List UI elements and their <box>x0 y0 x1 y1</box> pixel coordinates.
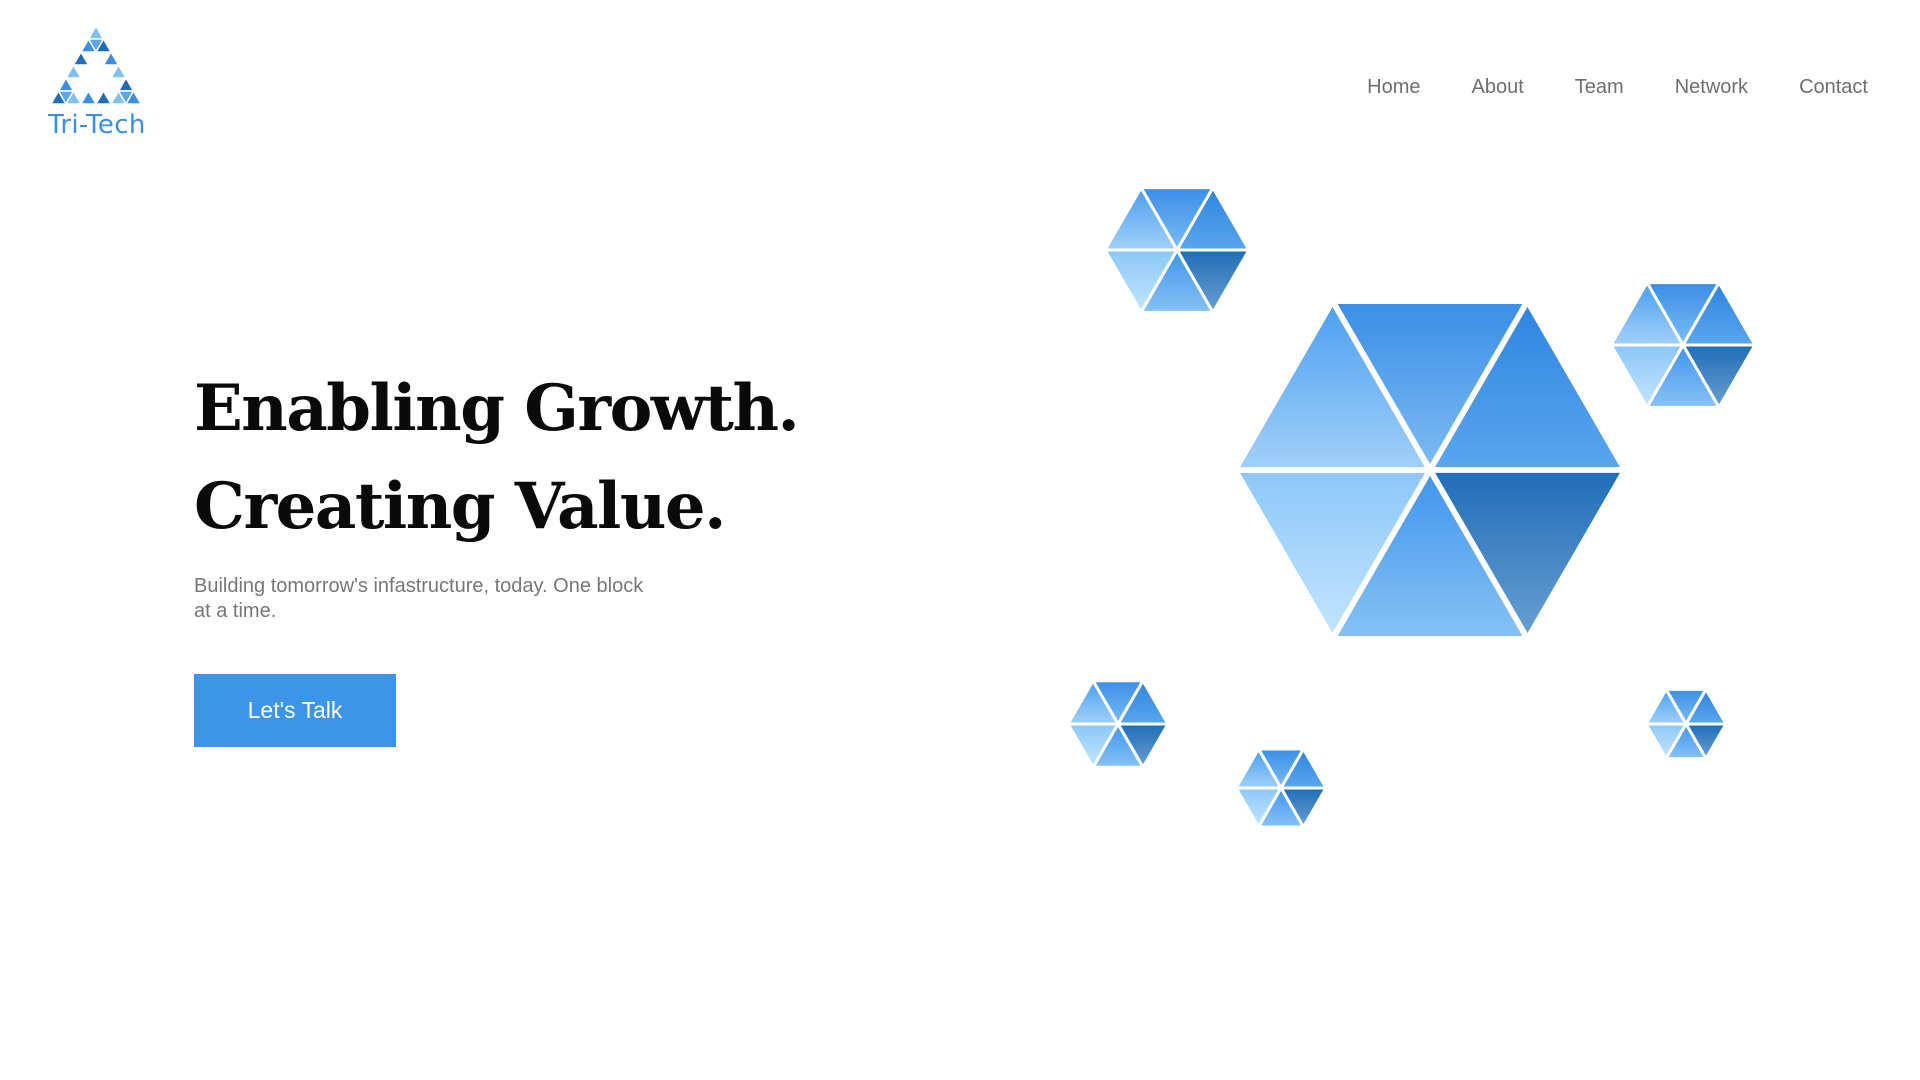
hexagon-shape <box>1234 747 1328 829</box>
hexagon-shape <box>1644 687 1728 761</box>
hexagon-shape <box>1103 186 1251 314</box>
hexagon-cluster-icon <box>1066 186 1757 829</box>
hexagon-shape <box>1609 281 1757 409</box>
hexagon-shape <box>1232 298 1628 642</box>
hexagon-shape <box>1066 679 1170 769</box>
